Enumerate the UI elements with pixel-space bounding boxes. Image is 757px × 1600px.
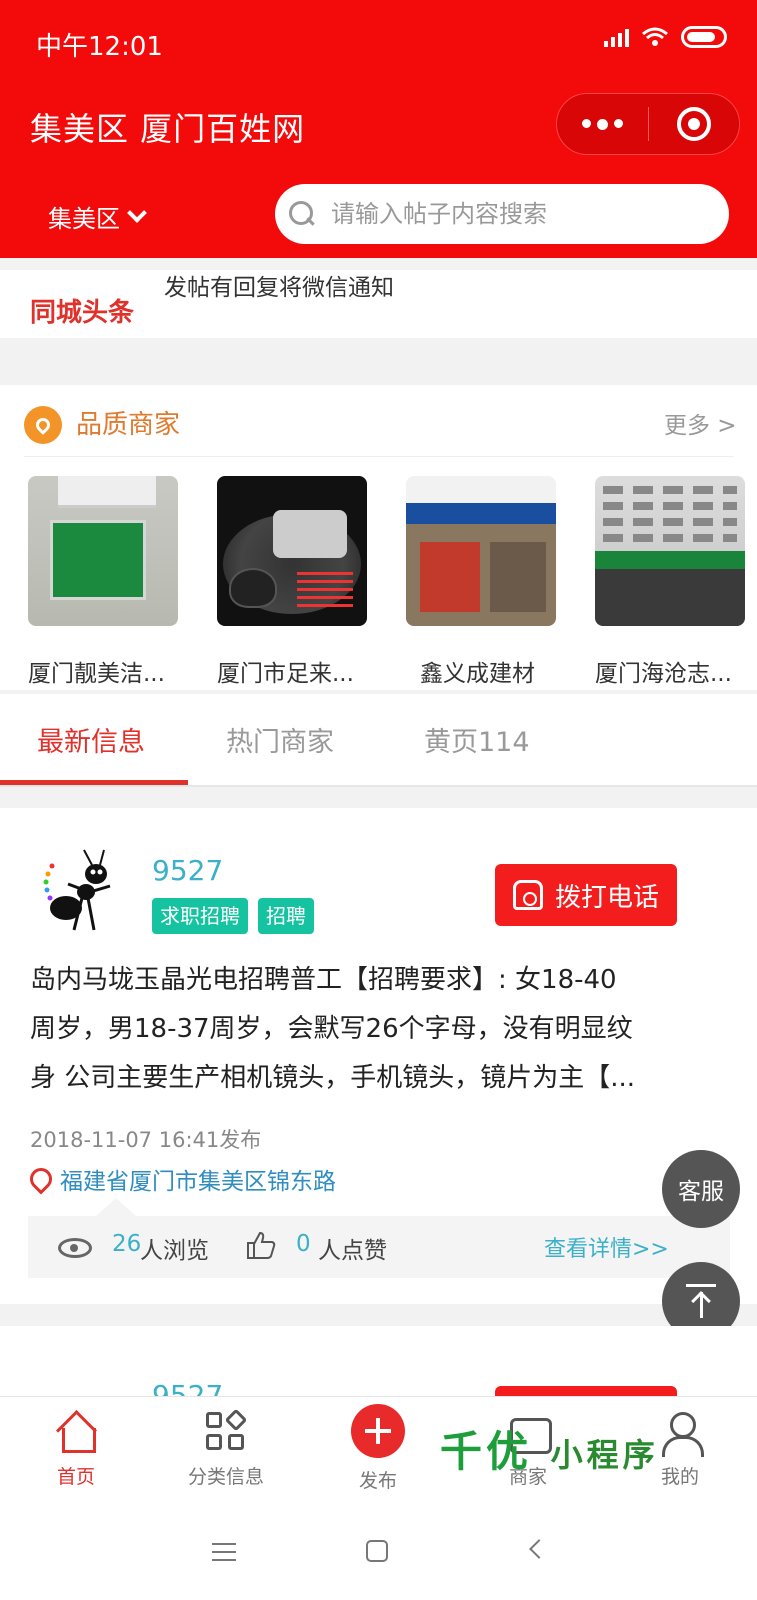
phone-icon: [512, 880, 543, 910]
region-label: 集美区: [48, 205, 120, 233]
nav-label: 发布: [358, 1470, 397, 1492]
watermark: 千优 小程序: [440, 1418, 659, 1479]
nav-publish[interactable]: 发布: [318, 1404, 438, 1493]
signal-icon: [604, 27, 629, 47]
category-tag[interactable]: 招聘: [258, 898, 314, 934]
miniapp-capsule: [556, 93, 740, 155]
customer-service-button[interactable]: 客服: [662, 1150, 740, 1228]
nav-category[interactable]: 分类信息: [166, 1408, 286, 1489]
home-icon: [54, 1410, 98, 1454]
nav-label: 分类信息: [187, 1466, 264, 1488]
call-button-label: 拨打电话: [554, 882, 659, 913]
close-miniapp-icon[interactable]: [649, 107, 740, 141]
section-title: 品质商家: [76, 410, 181, 440]
view-details-link[interactable]: 查看详情>>: [544, 1231, 669, 1263]
category-icon: [204, 1408, 248, 1454]
status-time: 中午12:01: [36, 32, 163, 62]
shop-card[interactable]: 厦门靓美洁...: [28, 476, 178, 688]
nav-home[interactable]: 首页: [16, 1410, 136, 1489]
search-input[interactable]: [331, 200, 691, 228]
watermark-main: 千优: [440, 1427, 533, 1476]
shop-name: 厦门靓美洁...: [28, 661, 165, 687]
shop-image: [406, 476, 556, 626]
shop-name: 厦门市足来...: [217, 661, 354, 687]
shop-image: [595, 476, 745, 626]
post-date: 2018-11-07 16:41发布: [30, 1128, 262, 1152]
search-box[interactable]: [275, 184, 729, 244]
plus-icon: [351, 1404, 405, 1458]
shop-card[interactable]: 鑫义成建材: [406, 476, 556, 688]
post-description[interactable]: 岛内马垅玉晶光电招聘普工【招聘要求】: 女18-40 周岁，男18-37周岁，会…: [30, 956, 730, 1103]
search-icon: [289, 201, 315, 227]
divider: [0, 785, 757, 787]
shop-name: 鑫义成建材: [420, 661, 535, 687]
page-title: 集美区 厦门百姓网: [30, 110, 306, 148]
shop-name: 厦门海沧志...: [595, 661, 732, 687]
more-icon[interactable]: [557, 118, 648, 130]
headline-label: 同城头条: [30, 298, 135, 328]
nav-label: 首页: [56, 1466, 95, 1488]
tab-latest[interactable]: 最新信息: [37, 720, 145, 759]
post-line: 身 公司主要生产相机镜头，手机镜头，镜片为主【...: [30, 1063, 636, 1093]
category-tag[interactable]: 求职招聘: [152, 898, 248, 934]
post-username[interactable]: 9527: [152, 854, 223, 887]
wifi-icon: [642, 27, 668, 46]
eye-icon: [58, 1238, 92, 1258]
ant-avatar-icon: [43, 849, 111, 931]
views-count: 26: [112, 1231, 142, 1257]
divider: [24, 456, 734, 457]
watermark-sub: 小程序: [550, 1436, 659, 1474]
likes-label: 人点赞: [318, 1238, 387, 1264]
tab-yellow-pages[interactable]: 黄页114: [424, 720, 530, 759]
battery-icon: [681, 26, 727, 48]
post-line: 岛内马垅玉晶光电招聘普工【招聘要求】: 女18-40: [30, 965, 617, 995]
menu-icon[interactable]: [212, 1543, 236, 1561]
post-line: 周岁，男18-37周岁，会默写26个字母，没有明显纹: [30, 1014, 633, 1044]
status-icons: [604, 26, 727, 48]
shop-card[interactable]: 厦门市足来...: [217, 476, 367, 688]
shop-image: [217, 476, 367, 626]
call-button[interactable]: 拨打电话: [495, 864, 677, 926]
region-selector[interactable]: 集美区: [48, 199, 147, 234]
views-label: 人浏览: [140, 1238, 209, 1264]
user-icon: [658, 1410, 704, 1457]
post-username[interactable]: 9527: [152, 1378, 223, 1396]
tab-hot-merchants[interactable]: 热门商家: [226, 720, 334, 759]
arrow-up-icon: [686, 1284, 716, 1318]
headline-text[interactable]: 发帖有回复将微信通知: [164, 268, 394, 302]
post-location[interactable]: 福建省厦门市集美区锦东路: [60, 1162, 336, 1196]
thumbs-up-icon[interactable]: [246, 1230, 276, 1260]
stats-pointer: [96, 1198, 136, 1216]
shop-image: [28, 476, 178, 626]
shop-card[interactable]: 厦门海沧志...: [595, 476, 745, 688]
likes-count: 0: [296, 1231, 311, 1257]
chevron-down-icon: [127, 202, 147, 223]
location-badge-icon: [24, 406, 62, 444]
more-link[interactable]: 更多 >: [664, 406, 737, 440]
home-square-icon[interactable]: [366, 1540, 388, 1562]
